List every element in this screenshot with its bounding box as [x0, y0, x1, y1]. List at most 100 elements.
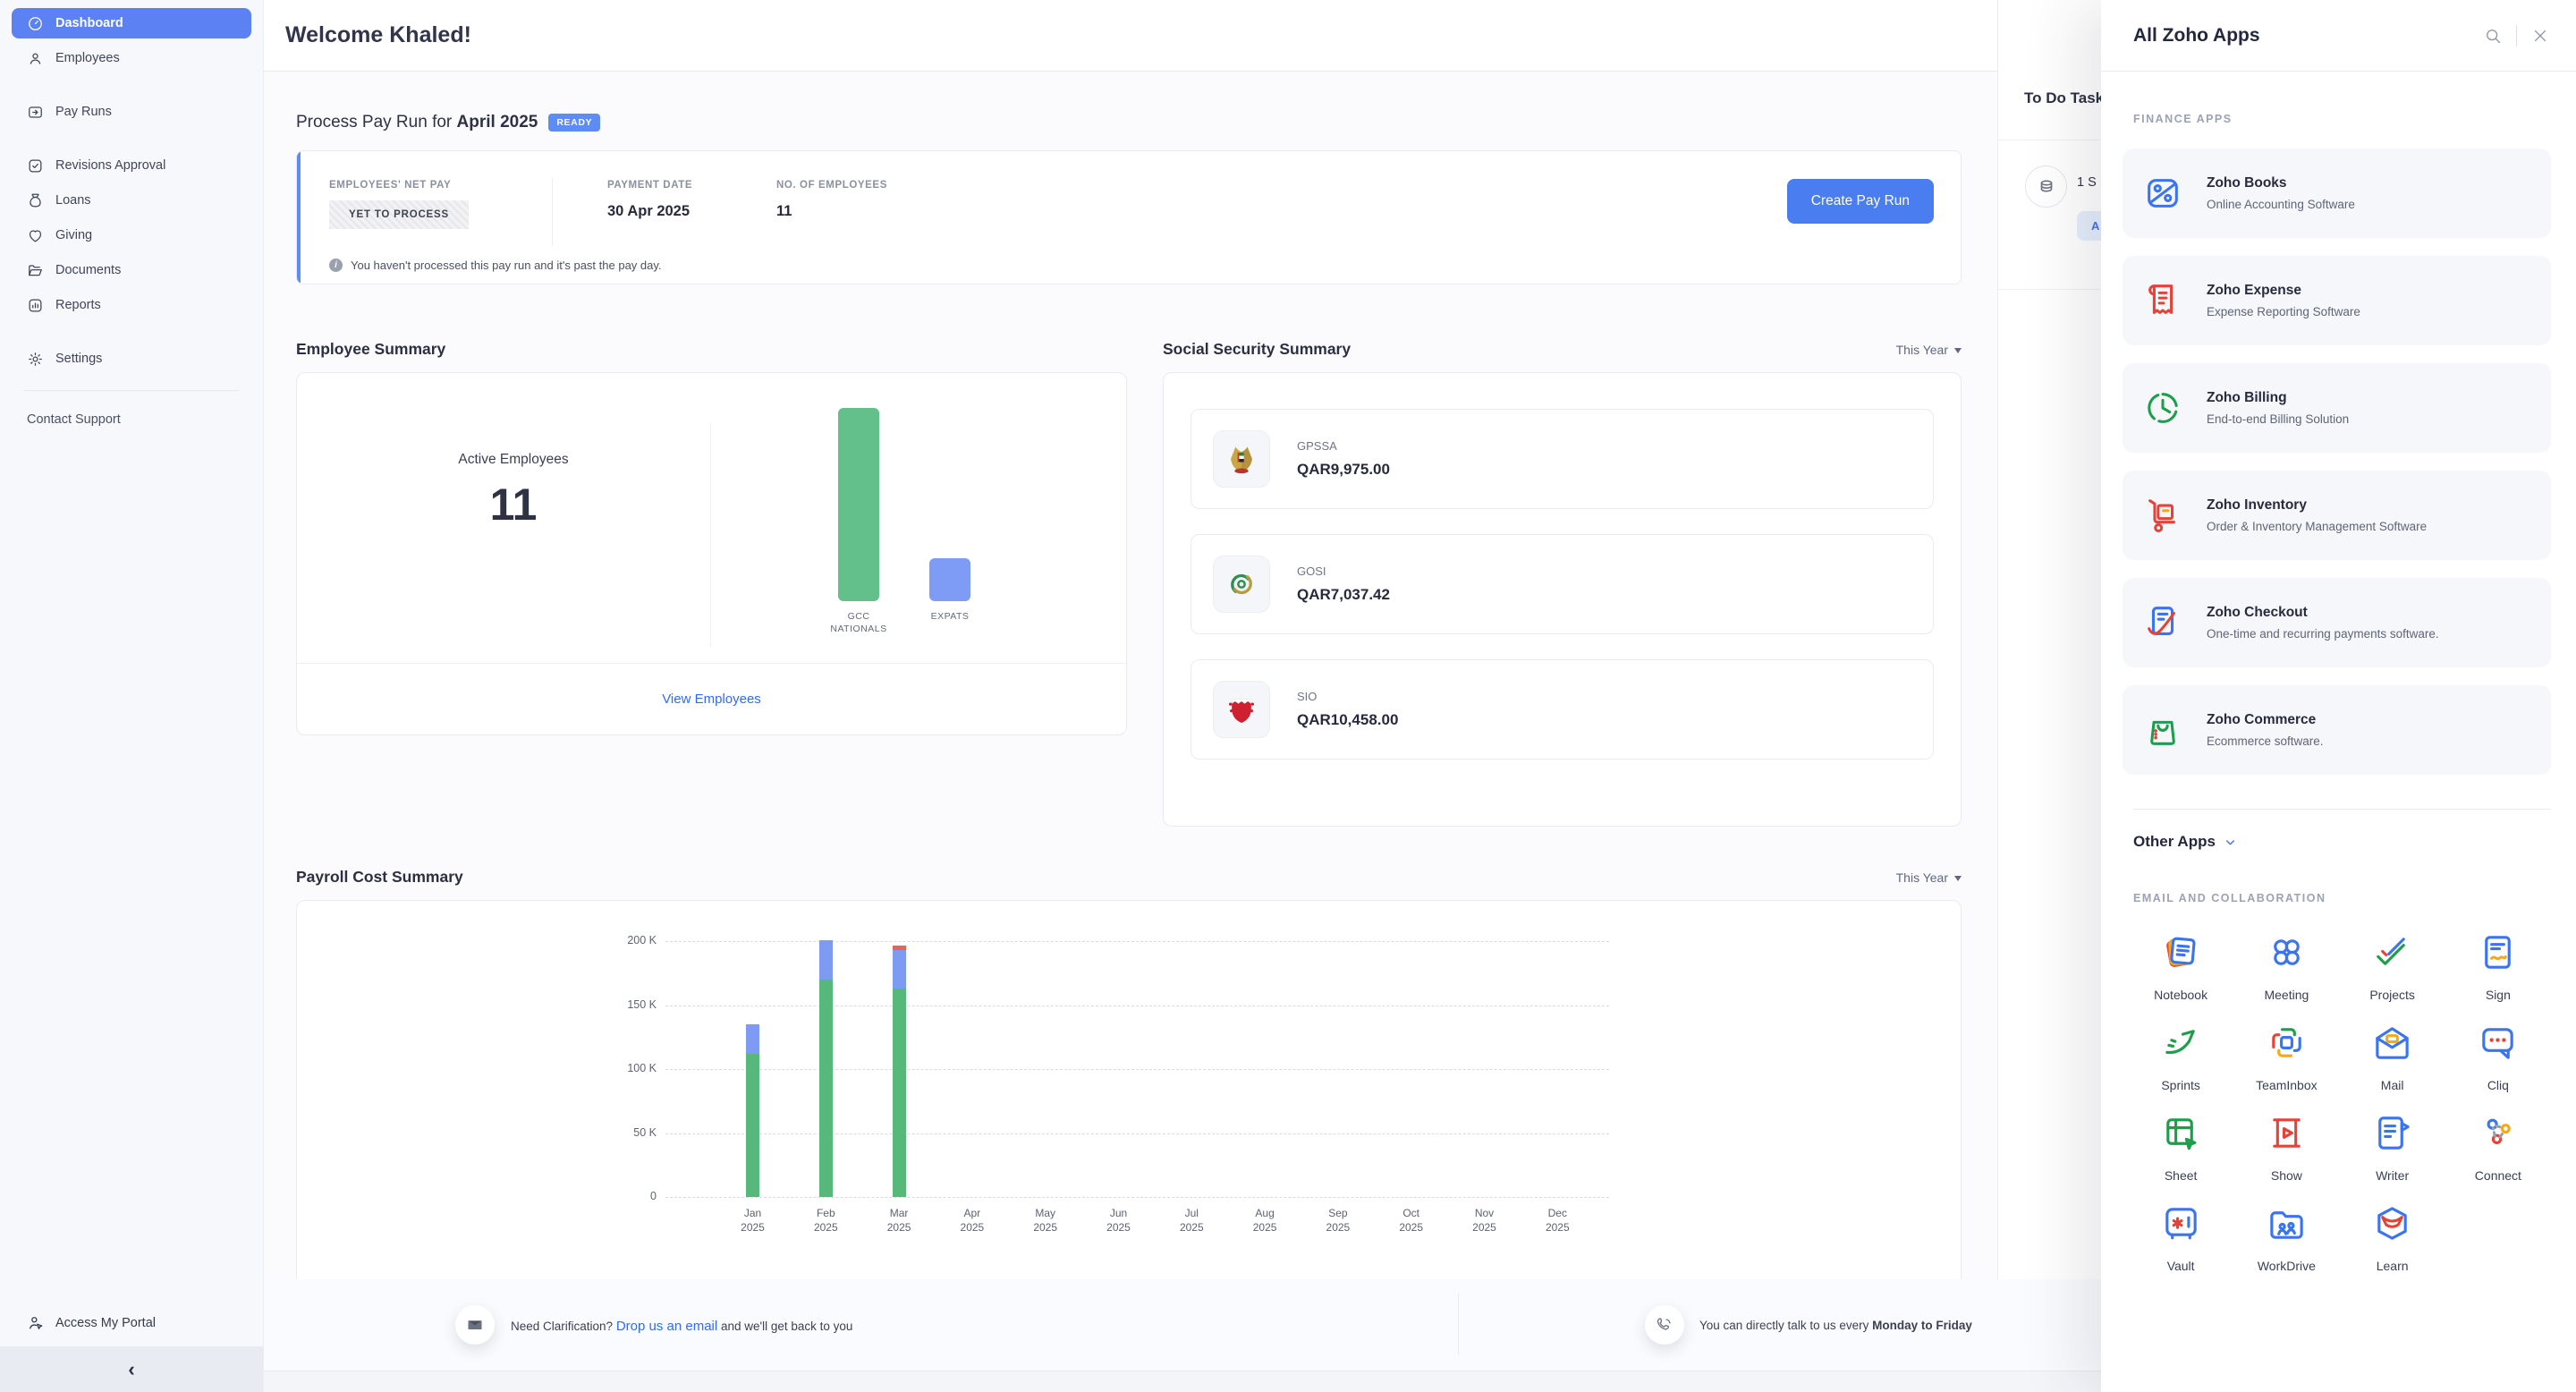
gridline [665, 1197, 1609, 1198]
sio-logo [1213, 681, 1270, 738]
footer-email-prefix: Need Clarification? [511, 1320, 616, 1333]
sidebar-item-dashboard[interactable]: Dashboard [12, 8, 251, 38]
payroll-bar-segment-green [819, 980, 833, 1197]
sidebar-item-employees[interactable]: Employees [12, 43, 251, 73]
payroll-filter[interactable]: This Year [1896, 870, 1962, 885]
employee-card-footer: View Employees [297, 663, 1126, 734]
sidebar-item-pay-runs[interactable]: Pay Runs [12, 97, 251, 127]
app-grid-notebook[interactable]: Notebook [2128, 931, 2233, 1002]
app-grid-sprints[interactable]: Sprints [2128, 1022, 2233, 1092]
expense-icon [2142, 280, 2183, 321]
app-grid-workdrive[interactable]: WorkDrive [2233, 1202, 2339, 1273]
ss-texts: SIO QAR10,458.00 [1297, 690, 1398, 729]
caret-down-icon [1954, 876, 1962, 881]
sidebar-collapse-button[interactable]: ‹ [0, 1346, 263, 1392]
close-icon[interactable] [2531, 27, 2549, 45]
filter-value: This Year [1896, 343, 1948, 357]
employee-bar-expats [929, 558, 970, 601]
nav-gap [12, 78, 251, 97]
app-grid-learn[interactable]: Learn [2340, 1202, 2445, 1273]
dashboard-content: Process Pay Run for April 2025 READY EMP… [264, 72, 1997, 1279]
employee-summary-header: Employee Summary [296, 340, 1127, 359]
x-axis-label: Oct2025 [1375, 1206, 1448, 1235]
payment-date-value: 30 Apr 2025 [607, 203, 692, 220]
social-security-row-gpssa[interactable]: GPSSA QAR9,975.00 [1191, 409, 1934, 509]
reports-icon [27, 297, 44, 314]
sidebar-item-giving[interactable]: Giving [12, 220, 251, 250]
sidebar-item-access-my-portal[interactable]: Access My Portal [12, 1307, 251, 1339]
todo-action-chip[interactable]: A [2077, 211, 2101, 241]
search-icon[interactable] [2484, 27, 2502, 45]
payrun-warning: i You haven't processed this pay run and… [329, 259, 662, 272]
app-grid-teaminbox[interactable]: TeamInbox [2233, 1022, 2339, 1092]
sheet-icon [2160, 1112, 2202, 1154]
employee-bar-label: EXPATS [901, 610, 999, 623]
app-card-zoho-commerce[interactable]: Zoho Commerce Ecommerce software. [2123, 685, 2551, 775]
gridline [665, 1133, 1609, 1134]
x-axis-label: Jan2025 [716, 1206, 790, 1235]
drop-email-link[interactable]: Drop us an email [616, 1319, 717, 1334]
app-grid-mail[interactable]: Mail [2340, 1022, 2445, 1092]
show-icon [2266, 1112, 2308, 1154]
net-pay-label: EMPLOYEES' NET PAY [329, 180, 469, 191]
footer-divider [1458, 1293, 1459, 1355]
gridline [665, 941, 1609, 942]
settings-icon [27, 351, 44, 368]
create-pay-run-button[interactable]: Create Pay Run [1787, 179, 1934, 224]
payrun-header: Process Pay Run for April 2025 READY [296, 113, 1997, 132]
social-security-title: Social Security Summary [1163, 340, 1351, 359]
app-card-zoho-books[interactable]: Zoho Books Online Accounting Software [2123, 149, 2551, 238]
app-card-zoho-inventory[interactable]: Zoho Inventory Order & Inventory Managem… [2123, 471, 2551, 560]
footer: Need Clarification? Drop us an email and… [264, 1279, 2101, 1371]
app-grid-connect[interactable]: Connect [2445, 1112, 2551, 1183]
employee-summary-title: Employee Summary [296, 340, 445, 359]
checkout-icon [2142, 602, 2183, 643]
other-apps-label: Other Apps [2133, 833, 2216, 851]
app-grid-meeting[interactable]: Meeting [2233, 931, 2339, 1002]
payrun-title-period: April 2025 [457, 113, 538, 132]
app-card-zoho-billing[interactable]: Zoho Billing End-to-end Billing Solution [2123, 363, 2551, 453]
app-grid-vault[interactable]: Vault [2128, 1202, 2233, 1273]
app-card-zoho-expense[interactable]: Zoho Expense Expense Reporting Software [2123, 256, 2551, 345]
payroll-bar-segment-blue [893, 950, 906, 989]
app-grid-sheet[interactable]: Sheet [2128, 1112, 2233, 1183]
app-card-zoho-checkout[interactable]: Zoho Checkout One-time and recurring pay… [2123, 578, 2551, 667]
gpssa-icon [1224, 441, 1259, 477]
y-axis-label: 150 K [603, 998, 657, 1011]
sidebar-item-contact-support[interactable]: Contact Support [12, 405, 251, 434]
caret-down-icon [1954, 348, 1962, 353]
social-security-card: GPSSA QAR9,975.00 GOSI QAR7,037.42 SIO Q… [1163, 372, 1962, 827]
app-grid-sign[interactable]: Sign [2445, 931, 2551, 1002]
sidebar-item-settings[interactable]: Settings [12, 344, 251, 374]
app-grid-cliq[interactable]: Cliq [2445, 1022, 2551, 1092]
zoho-apps-panel: All Zoho Apps FINANCE APPS Zoho Books On… [2101, 0, 2576, 1392]
footer-email-suffix: and we'll get back to you [717, 1320, 852, 1333]
chevron-left-icon: ‹ [128, 1360, 134, 1379]
view-employees-link[interactable]: View Employees [662, 692, 761, 707]
social-security-row-sio[interactable]: SIO QAR10,458.00 [1191, 659, 1934, 760]
payruns-icon [27, 104, 44, 121]
sidebar-item-revisions-approval[interactable]: Revisions Approval [12, 150, 251, 181]
sidebar-item-label: Dashboard [55, 16, 123, 30]
payroll-summary-header: Payroll Cost Summary This Year [296, 868, 1962, 887]
todo-item[interactable]: 1 S A [1998, 140, 2101, 290]
x-axis-label: Dec2025 [1521, 1206, 1594, 1235]
header-separator [2516, 25, 2517, 47]
social-security-row-gosi[interactable]: GOSI QAR7,037.42 [1191, 534, 1934, 634]
books-icon [2142, 173, 2183, 214]
employee-count-label: NO. OF EMPLOYEES [776, 180, 887, 191]
sidebar-item-documents[interactable]: Documents [12, 255, 251, 285]
payroll-bar-segment-green [893, 989, 906, 1197]
app-grid-show[interactable]: Show [2233, 1112, 2339, 1183]
info-icon: i [329, 259, 343, 272]
other-apps-toggle[interactable]: Other Apps [2133, 833, 2551, 851]
active-employees: Active Employees 11 [352, 452, 674, 530]
y-axis-label: 50 K [603, 1126, 657, 1139]
sidebar-item-reports[interactable]: Reports [12, 290, 251, 320]
sidebar-item-loans[interactable]: Loans [12, 185, 251, 216]
social-security-filter[interactable]: This Year [1896, 343, 1962, 357]
sidebar-item-label: Giving [55, 228, 92, 242]
app-grid-projects[interactable]: Projects [2340, 931, 2445, 1002]
app-grid-writer[interactable]: Writer [2340, 1112, 2445, 1183]
social-security-header: Social Security Summary This Year [1163, 340, 1962, 359]
